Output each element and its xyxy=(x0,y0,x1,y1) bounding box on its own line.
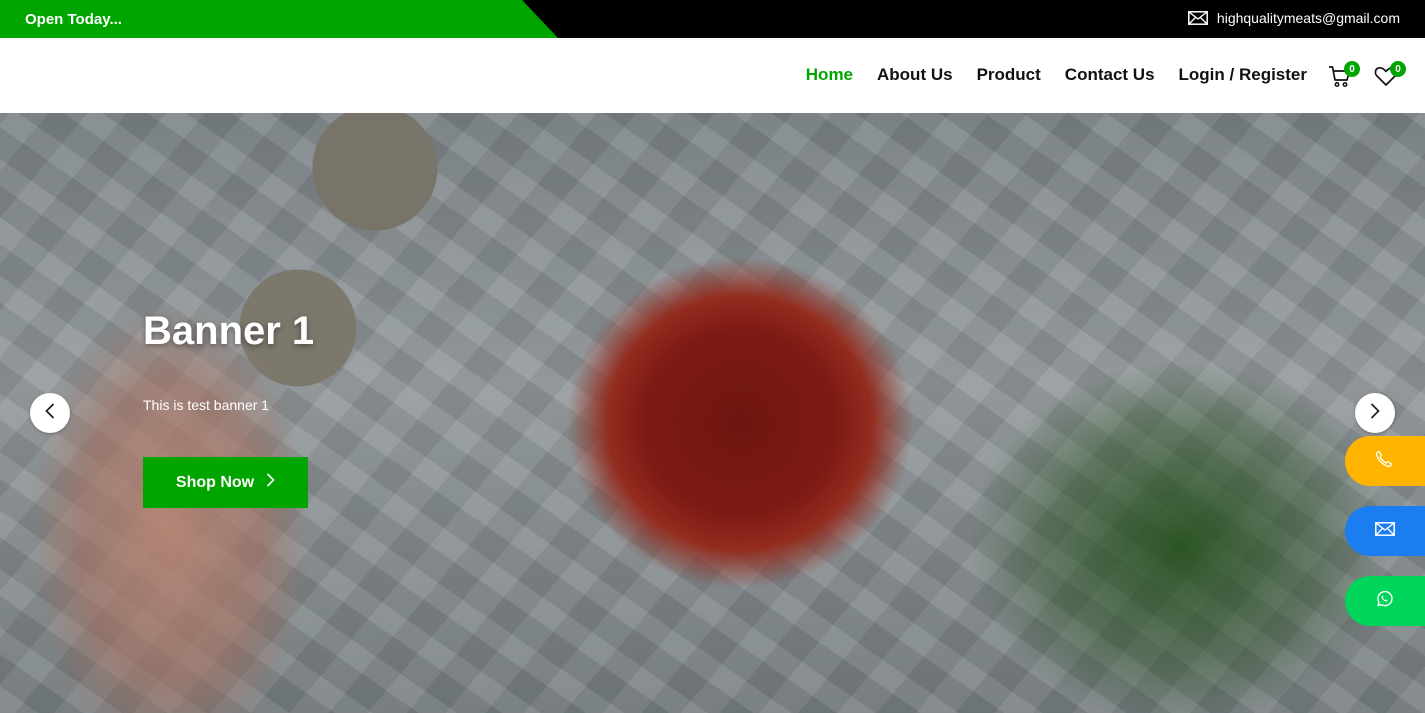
nav-home[interactable]: Home xyxy=(806,65,853,85)
top-email-link[interactable]: highqualitymeats@gmail.com xyxy=(1187,10,1400,26)
floating-email-button[interactable] xyxy=(1345,506,1425,556)
floating-phone-button[interactable] xyxy=(1345,436,1425,486)
cart-icon xyxy=(1328,66,1352,92)
chevron-right-icon xyxy=(266,473,275,492)
wishlist-button[interactable]: 0 xyxy=(1374,61,1406,93)
main-navbar: Home About Us Product Contact Us Login /… xyxy=(0,38,1425,113)
banner-subtitle: This is test banner 1 xyxy=(143,397,270,413)
whatsapp-icon xyxy=(1375,590,1393,613)
nav-product[interactable]: Product xyxy=(977,65,1041,85)
hero-banner: Banner 1 This is test banner 1 Shop Now xyxy=(0,113,1425,713)
cart-button[interactable]: 0 xyxy=(1328,61,1360,93)
cart-count-badge: 0 xyxy=(1344,61,1360,77)
wishlist-count-badge: 0 xyxy=(1390,61,1406,77)
chevron-right-icon xyxy=(1370,402,1380,424)
nav-menu: Home About Us Product Contact Us Login /… xyxy=(806,65,1307,85)
nav-login-register[interactable]: Login / Register xyxy=(1179,65,1307,85)
slider-next-button[interactable] xyxy=(1355,393,1395,433)
nav-about-us[interactable]: About Us xyxy=(877,65,953,85)
phone-icon xyxy=(1375,450,1393,473)
banner-title: Banner 1 xyxy=(143,309,315,353)
email-address: highqualitymeats@gmail.com xyxy=(1216,10,1400,26)
slider-prev-button[interactable] xyxy=(30,393,70,433)
hero-image xyxy=(0,113,1425,713)
envelope-icon xyxy=(1187,11,1208,25)
chevron-left-icon xyxy=(45,402,55,424)
top-bar: Open Today... highqualitymeats@gmail.com xyxy=(0,0,1425,38)
envelope-icon xyxy=(1375,521,1395,541)
shop-now-label: Shop Now xyxy=(175,473,255,491)
floating-whatsapp-button[interactable] xyxy=(1345,576,1425,626)
nav-contact-us[interactable]: Contact Us xyxy=(1065,65,1155,85)
open-today-text: Open Today... xyxy=(25,11,122,28)
shop-now-button[interactable]: Shop Now xyxy=(143,457,308,508)
heart-icon xyxy=(1374,66,1398,92)
